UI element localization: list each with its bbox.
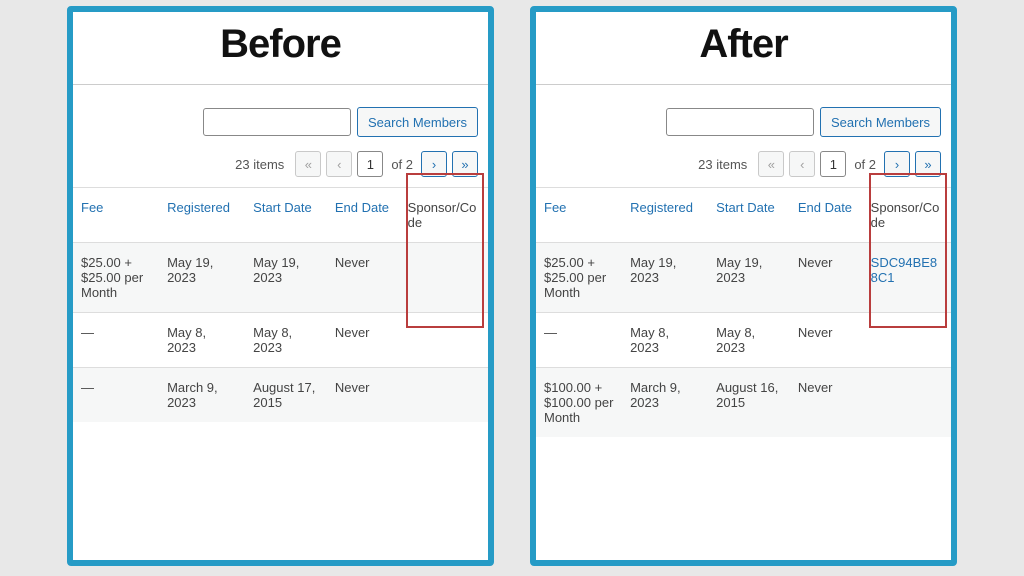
- cell-registered: May 19, 2023: [622, 243, 708, 313]
- table-row: $25.00 + $25.00 per Month May 19, 2023 M…: [73, 243, 488, 313]
- cell-start: May 8, 2023: [245, 313, 327, 368]
- table-row: — March 9, 2023 August 17, 2015 Never: [73, 368, 488, 423]
- pager-current-page: 1: [820, 151, 846, 177]
- col-fee[interactable]: Fee: [73, 188, 159, 243]
- table-header-row: Fee Registered Start Date End Date Spons…: [73, 188, 488, 243]
- cell-start: August 16, 2015: [708, 368, 790, 438]
- cell-sponsor: SDC94BE88C1: [863, 243, 951, 313]
- col-start-date[interactable]: Start Date: [245, 188, 327, 243]
- cell-fee: $25.00 + $25.00 per Month: [73, 243, 159, 313]
- cell-start: May 19, 2023: [245, 243, 327, 313]
- cell-sponsor: [863, 313, 951, 368]
- pager-prev-button[interactable]: ‹: [326, 151, 352, 177]
- pager-total-pages: of 2: [851, 151, 879, 177]
- after-content: Search Members 23 items « ‹ 1 of 2 › » F…: [536, 12, 951, 560]
- pagination: 23 items « ‹ 1 of 2 › »: [73, 145, 488, 187]
- cell-end: Never: [790, 313, 863, 368]
- table-row: $100.00 + $100.00 per Month March 9, 202…: [536, 368, 951, 438]
- pager-prev-button[interactable]: ‹: [789, 151, 815, 177]
- members-table: Fee Registered Start Date End Date Spons…: [536, 187, 951, 437]
- cell-fee: $25.00 + $25.00 per Month: [536, 243, 622, 313]
- cell-fee: —: [73, 313, 159, 368]
- search-bar: Search Members: [73, 84, 488, 145]
- cell-end: Never: [327, 313, 400, 368]
- cell-start: May 19, 2023: [708, 243, 790, 313]
- cell-sponsor: [400, 368, 488, 423]
- col-registered[interactable]: Registered: [159, 188, 245, 243]
- cell-fee: —: [73, 368, 159, 423]
- search-input[interactable]: [203, 108, 351, 136]
- cell-sponsor: [400, 313, 488, 368]
- before-content: Search Members 23 items « ‹ 1 of 2 › » F…: [73, 12, 488, 560]
- pager-item-count: 23 items: [235, 157, 284, 172]
- table-row: — May 8, 2023 May 8, 2023 Never: [73, 313, 488, 368]
- members-table: Fee Registered Start Date End Date Spons…: [73, 187, 488, 422]
- cell-registered: May 8, 2023: [159, 313, 245, 368]
- cell-end: Never: [790, 368, 863, 438]
- table-header-row: Fee Registered Start Date End Date Spons…: [536, 188, 951, 243]
- cell-fee: $100.00 + $100.00 per Month: [536, 368, 622, 438]
- cell-registered: March 9, 2023: [159, 368, 245, 423]
- cell-end: Never: [327, 368, 400, 423]
- pager-next-button[interactable]: ›: [421, 151, 447, 177]
- table-row: — May 8, 2023 May 8, 2023 Never: [536, 313, 951, 368]
- cell-start: May 8, 2023: [708, 313, 790, 368]
- search-input[interactable]: [666, 108, 814, 136]
- col-end-date[interactable]: End Date: [790, 188, 863, 243]
- pager-total-pages: of 2: [388, 151, 416, 177]
- cell-start: August 17, 2015: [245, 368, 327, 423]
- col-registered[interactable]: Registered: [622, 188, 708, 243]
- cell-sponsor: [400, 243, 488, 313]
- cell-registered: May 8, 2023: [622, 313, 708, 368]
- pager-first-button[interactable]: «: [758, 151, 784, 177]
- pager-first-button[interactable]: «: [295, 151, 321, 177]
- cell-sponsor: [863, 368, 951, 438]
- pager-last-button[interactable]: »: [452, 151, 478, 177]
- before-panel: Before Search Members 23 items « ‹ 1 of …: [67, 6, 494, 566]
- col-fee[interactable]: Fee: [536, 188, 622, 243]
- cell-end: Never: [327, 243, 400, 313]
- pagination: 23 items « ‹ 1 of 2 › »: [536, 145, 951, 187]
- pager-next-button[interactable]: ›: [884, 151, 910, 177]
- search-members-button[interactable]: Search Members: [820, 107, 941, 137]
- search-bar: Search Members: [536, 84, 951, 145]
- after-panel: After Search Members 23 items « ‹ 1 of 2…: [530, 6, 957, 566]
- pager-current-page: 1: [357, 151, 383, 177]
- search-members-button[interactable]: Search Members: [357, 107, 478, 137]
- col-end-date[interactable]: End Date: [327, 188, 400, 243]
- col-sponsor[interactable]: Sponsor/Code: [400, 188, 488, 243]
- pager-item-count: 23 items: [698, 157, 747, 172]
- cell-registered: March 9, 2023: [622, 368, 708, 438]
- pager-last-button[interactable]: »: [915, 151, 941, 177]
- cell-registered: May 19, 2023: [159, 243, 245, 313]
- col-start-date[interactable]: Start Date: [708, 188, 790, 243]
- cell-end: Never: [790, 243, 863, 313]
- table-row: $25.00 + $25.00 per Month May 19, 2023 M…: [536, 243, 951, 313]
- col-sponsor[interactable]: Sponsor/Code: [863, 188, 951, 243]
- cell-fee: —: [536, 313, 622, 368]
